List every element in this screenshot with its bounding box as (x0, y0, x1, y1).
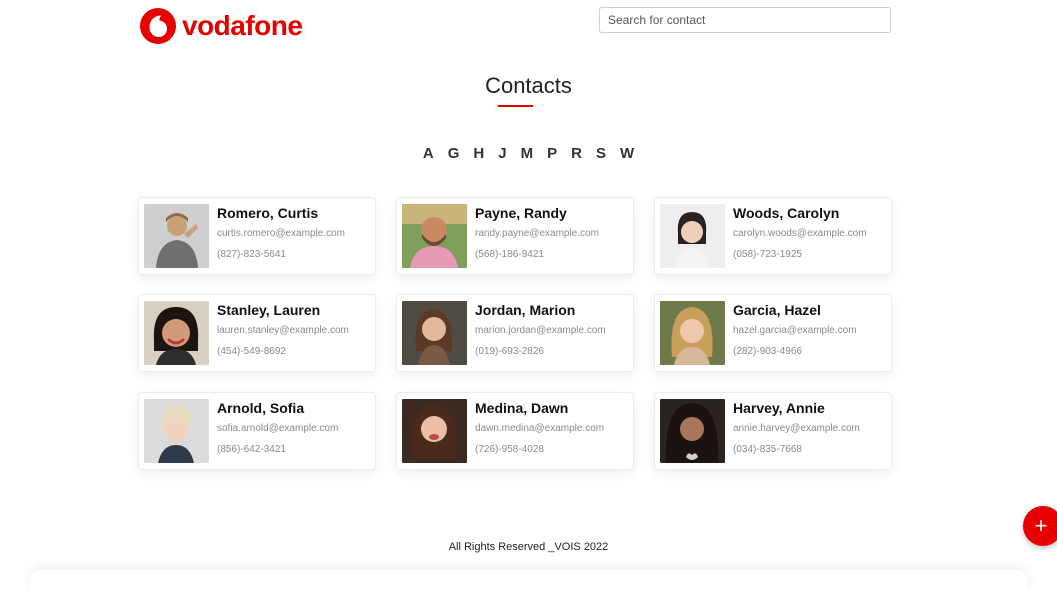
footer-copyright: All Rights Reserved _VOIS 2022 (448, 541, 609, 553)
contact-email: annie.harvey@example.com (733, 423, 860, 434)
contact-phone: (058)-723-1925 (733, 249, 802, 260)
contact-card[interactable]: Jordan, Marion marion.jordan@example.com… (397, 295, 633, 371)
bottom-panel (30, 570, 1027, 590)
contact-photo (660, 301, 725, 365)
contact-card[interactable]: Stanley, Lauren lauren.stanley@example.c… (139, 295, 375, 371)
contact-phone: (034)-835-7668 (733, 444, 802, 455)
contact-photo (402, 204, 467, 268)
contact-name: Romero, Curtis (217, 205, 319, 221)
letter-filter-g[interactable]: G (441, 145, 467, 162)
contact-email: hazel.garcia@example.com (733, 325, 857, 336)
contact-name: Payne, Randy (475, 205, 567, 221)
contact-name: Jordan, Marion (475, 302, 576, 318)
contact-name: Woods, Carolyn (733, 205, 840, 221)
contact-email: dawn.medina@example.com (475, 423, 605, 434)
contact-name: Medina, Dawn (475, 400, 569, 416)
brand-name: vodafone (182, 10, 303, 41)
letter-filter-s[interactable]: S (589, 145, 613, 162)
letter-filter-p[interactable]: P (540, 145, 564, 162)
contact-photo (144, 204, 209, 268)
alphabet-filter: A G H J M P R S W (0, 145, 1057, 162)
contact-card[interactable]: Medina, Dawn dawn.medina@example.com (72… (397, 393, 633, 469)
letter-filter-h[interactable]: H (466, 145, 491, 162)
contact-phone: (726)-958-4028 (475, 444, 544, 455)
contact-card[interactable]: Romero, Curtis curtis.romero@example.com… (139, 198, 375, 274)
contact-name: Harvey, Annie (733, 400, 825, 416)
plus-icon: + (1034, 513, 1048, 538)
letter-filter-j[interactable]: J (491, 145, 513, 162)
contact-name: Arnold, Sofia (217, 400, 305, 416)
contact-photo (660, 204, 725, 268)
vodafone-logo[interactable]: vodafone (140, 8, 303, 44)
letter-filter-r[interactable]: R (564, 145, 589, 162)
title-underline (498, 105, 533, 107)
contact-email: marion.jordan@example.com (475, 325, 606, 336)
add-contact-button[interactable]: + (1023, 506, 1057, 546)
search-input[interactable] (599, 7, 891, 33)
contact-name: Garcia, Hazel (733, 302, 821, 318)
contact-phone: (827)-823-5641 (217, 249, 286, 260)
contact-name: Stanley, Lauren (217, 302, 321, 318)
contact-phone: (282)-903-4966 (733, 346, 802, 357)
contact-phone: (856)-642-3421 (217, 444, 286, 455)
contact-card[interactable]: Arnold, Sofia sofia.arnold@example.com (… (139, 393, 375, 469)
contact-phone: (454)-549-8692 (217, 346, 286, 357)
letter-filter-w[interactable]: W (613, 145, 641, 162)
contact-photo (144, 301, 209, 365)
contact-card[interactable]: Payne, Randy randy.payne@example.com (56… (397, 198, 633, 274)
contact-phone: (019)-693-2826 (475, 346, 544, 357)
contact-email: randy.payne@example.com (475, 228, 599, 239)
contact-email: sofia.arnold@example.com (217, 423, 339, 434)
contact-card[interactable]: Garcia, Hazel hazel.garcia@example.com (… (655, 295, 891, 371)
contact-email: lauren.stanley@example.com (217, 325, 349, 336)
contact-card[interactable]: Harvey, Annie annie.harvey@example.com (… (655, 393, 891, 469)
contact-photo (660, 399, 725, 463)
contact-phone: (568)-186-9421 (475, 249, 544, 260)
contact-photo (402, 301, 467, 365)
letter-filter-a[interactable]: A (416, 145, 441, 162)
contact-email: carolyn.woods@example.com (733, 228, 867, 239)
contact-card[interactable]: Woods, Carolyn carolyn.woods@example.com… (655, 198, 891, 274)
contact-photo (144, 399, 209, 463)
vodafone-logo-icon (140, 8, 176, 44)
letter-filter-m[interactable]: M (514, 145, 541, 162)
contact-photo (402, 399, 467, 463)
page-title: Contacts (485, 73, 572, 98)
contact-email: curtis.romero@example.com (217, 228, 345, 239)
